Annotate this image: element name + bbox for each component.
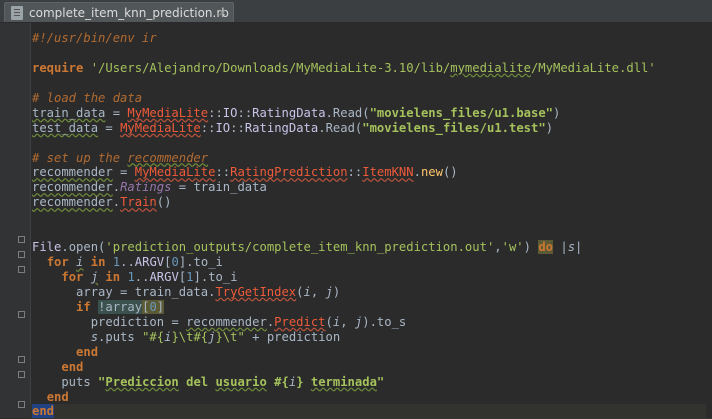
fold-marker-icon[interactable]: [18, 266, 25, 273]
code-line-17: for j in 1..ARGV[1].to_i: [61, 270, 238, 284]
code-line-23: end: [61, 359, 84, 374]
fold-marker-icon[interactable]: [18, 236, 25, 243]
editor-gutter: [0, 23, 31, 418]
code-line-16: for i in 1..ARGV[0].to_i: [46, 255, 223, 270]
code-line-26: end: [30, 404, 712, 419]
code-line-24: puts "Prediccion del usuario #{i} termin…: [32, 374, 385, 389]
code-editor[interactable]: #!/usr/bin/env ir require '/Users/Alejan…: [30, 31, 712, 419]
code-line-9: # set up the recommender: [32, 150, 209, 165]
code-line-18: array = train_data.TryGetIndex(i, j): [32, 284, 341, 299]
code-line-1: #!/usr/bin/env ir: [32, 31, 157, 45]
close-tab-icon[interactable]: ×: [218, 5, 227, 21]
code-line-7: test_data = MyMediaLite::IO::RatingData.…: [32, 120, 554, 135]
fold-marker-icon[interactable]: [18, 371, 25, 378]
code-line-15: File.open('prediction_outputs/complete_i…: [32, 240, 583, 255]
file-tab[interactable]: complete_item_knn_prediction.rb ×: [4, 2, 234, 22]
fold-marker-icon[interactable]: [18, 356, 25, 363]
editor-tab-bar: complete_item_knn_prediction.rb ×: [0, 0, 712, 23]
ruby-file-icon: [11, 6, 23, 20]
fold-marker-icon[interactable]: [18, 251, 25, 258]
code-line-5: # load the data: [32, 90, 143, 105]
vertical-scrollbar[interactable]: [706, 23, 712, 418]
file-tab-title: complete_item_knn_prediction.rb: [29, 6, 229, 20]
code-line-6: train_data = MyMediaLite::IO::RatingData…: [32, 105, 561, 120]
fold-marker-icon[interactable]: [18, 401, 25, 408]
code-line-21: s.puts "#{i}\t#{j}\t" + prediction: [90, 329, 341, 344]
code-line-3: require '/Users/Alejandro/Downloads/MyMe…: [32, 60, 656, 75]
fold-marker-icon[interactable]: [18, 311, 25, 318]
code-line-11: recommender.Ratings = train_data: [32, 180, 267, 195]
code-line-25: end: [46, 389, 69, 404]
code-line-22: end: [76, 344, 99, 359]
code-line-20: prediction = recommender.Predict(i, j).t…: [32, 314, 407, 329]
code-line-19: if !array[0]: [76, 299, 165, 314]
code-line-10: recommender = MyMediaLite::RatingPredict…: [32, 165, 458, 180]
code-line-12: recommender.Train(): [32, 195, 172, 210]
